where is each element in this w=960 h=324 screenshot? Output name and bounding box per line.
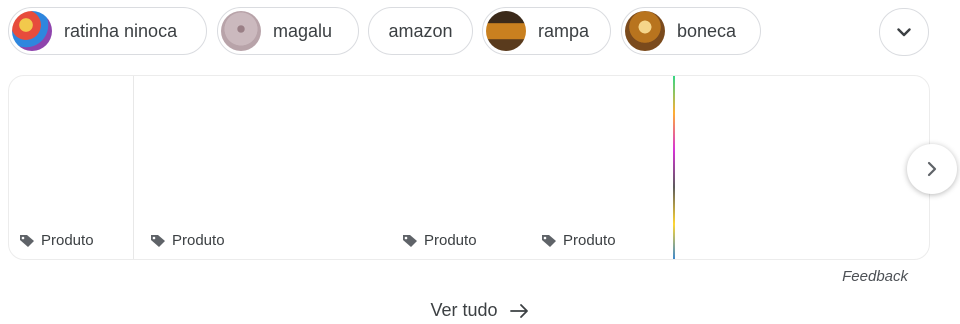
magalu-thumb-icon	[221, 11, 261, 51]
product-tag-label: Produto	[41, 232, 94, 249]
product-tag-label: Produto	[424, 232, 477, 249]
feedback-link[interactable]: Feedback	[842, 268, 908, 285]
chip-label: rampa	[538, 20, 590, 41]
tag-icon	[151, 234, 165, 247]
ratinha-thumb-icon	[12, 11, 52, 51]
image-edge	[673, 76, 675, 259]
chevron-down-icon	[897, 27, 911, 36]
chip-label: ratinha ninoca	[64, 20, 178, 41]
arrow-right-icon	[509, 303, 530, 319]
product-tag-label: Produto	[563, 232, 616, 249]
product-card[interactable]: Produto	[392, 76, 530, 259]
chip-magalu[interactable]: magalu	[217, 7, 359, 55]
product-tag: Produto	[402, 232, 477, 249]
chevron-right-icon	[927, 161, 937, 177]
product-tag: Produto	[150, 232, 225, 249]
chip-amazon[interactable]: amazon	[368, 7, 473, 55]
expand-chips-button[interactable]	[879, 8, 929, 56]
rampa-thumb-icon	[486, 11, 526, 51]
chip-rampa[interactable]: rampa	[482, 7, 611, 55]
see-all-label: Ver tudo	[430, 300, 498, 320]
tag-icon	[542, 234, 556, 247]
suggestion-chips: ratinha ninoca magalu amazon rampa bonec…	[8, 7, 948, 57]
chip-label: boneca	[677, 20, 737, 41]
chip-ratinha-ninoca[interactable]: ratinha ninoca	[8, 7, 207, 55]
product-tag-label: Produto	[172, 232, 225, 249]
product-tag: Produto	[19, 232, 94, 249]
product-carousel: Produto Produto Produto Produto	[8, 75, 930, 260]
chip-label: amazon	[388, 20, 453, 41]
chip-label: magalu	[273, 20, 333, 41]
carousel-next-button[interactable]	[907, 144, 957, 194]
tag-icon	[403, 234, 417, 247]
product-card[interactable]: Produto	[140, 76, 390, 259]
product-card[interactable]	[676, 76, 929, 259]
tag-icon	[20, 234, 34, 247]
see-all-link[interactable]: Ver tudo	[0, 300, 960, 321]
chip-boneca[interactable]: boneca	[621, 7, 761, 55]
boneca-thumb-icon	[625, 11, 665, 51]
product-card[interactable]: Produto	[531, 76, 673, 259]
product-tag: Produto	[541, 232, 616, 249]
product-card[interactable]: Produto	[9, 76, 133, 259]
